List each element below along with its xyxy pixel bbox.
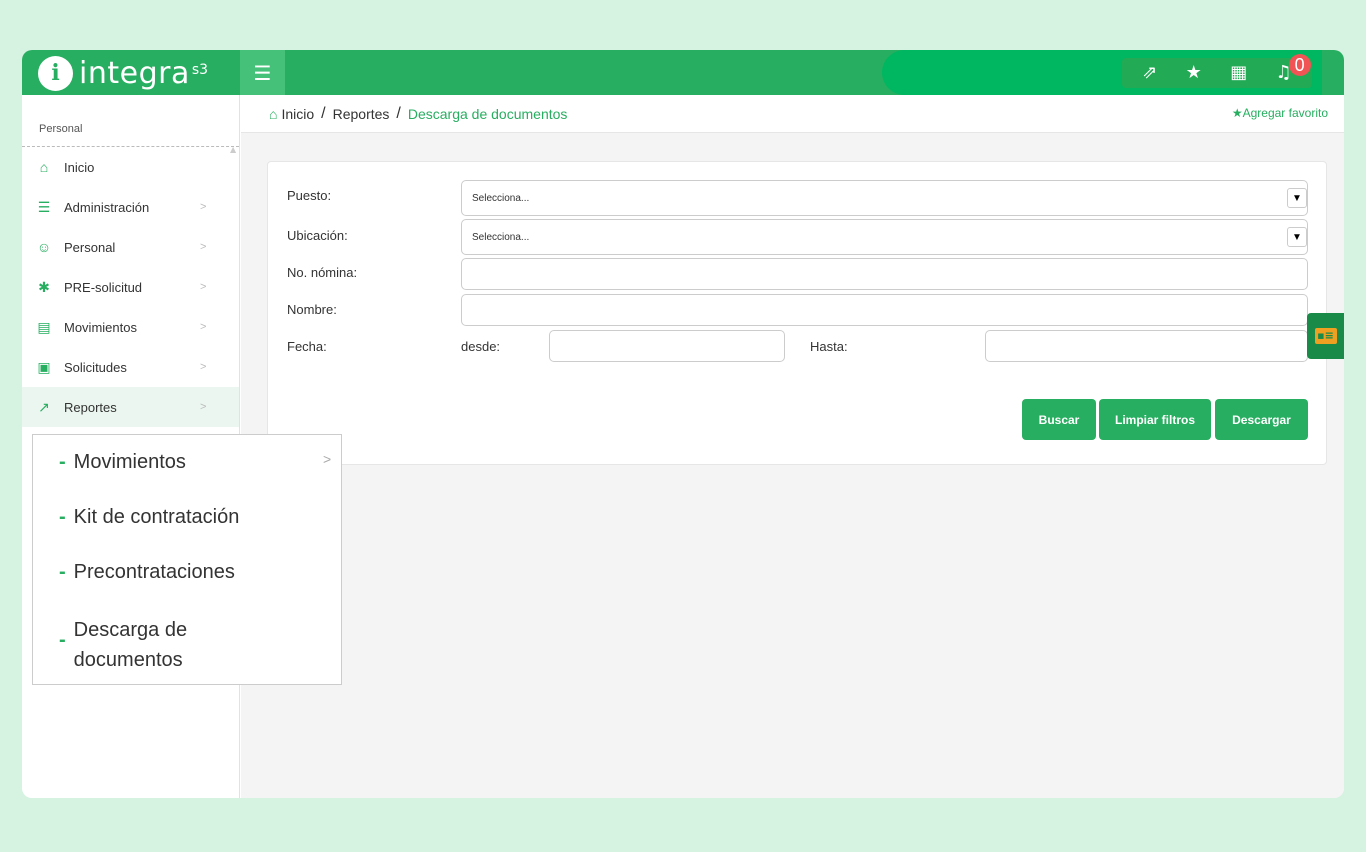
breadcrumb-reportes[interactable]: Reportes bbox=[333, 106, 390, 122]
submenu-item-label: Movimientos bbox=[73, 451, 186, 473]
person-board-icon: ☺ bbox=[36, 239, 52, 255]
limpiar-filtros-button[interactable]: Limpiar filtros bbox=[1099, 399, 1211, 440]
nombre-label: Nombre: bbox=[287, 302, 337, 317]
chevron-right-icon: > bbox=[200, 241, 207, 253]
fecha-label: Fecha: bbox=[287, 339, 327, 354]
star-icon[interactable]: ★ bbox=[1186, 64, 1202, 82]
puesto-value: Selecciona... bbox=[472, 192, 530, 204]
submenu-item-movimientos[interactable]: - Movimientos bbox=[59, 451, 186, 474]
person-star-icon: ✱ bbox=[38, 278, 50, 295]
home-icon[interactable]: ⌂ bbox=[269, 106, 277, 122]
sidebar-item-inicio[interactable]: ⌂ Inicio bbox=[22, 147, 239, 187]
submenu-item-label: Kit de contratación bbox=[73, 506, 240, 528]
sidebar-item-pre-solicitud[interactable]: ✱ PRE-solicitud > bbox=[22, 267, 239, 307]
ubicacion-label: Ubicación: bbox=[287, 228, 348, 243]
chevron-right-icon: > bbox=[200, 281, 207, 293]
chevron-right-icon: > bbox=[200, 321, 207, 333]
breadcrumb-separator: / bbox=[396, 104, 401, 122]
sidebar-item-label: Administración bbox=[64, 199, 150, 215]
descargar-button[interactable]: Descargar bbox=[1215, 399, 1308, 440]
home-icon: ⌂ bbox=[39, 159, 49, 175]
sidebar-item-label: Solicitudes bbox=[64, 359, 127, 375]
dash-icon: - bbox=[59, 629, 66, 651]
breadcrumb: ⌂ Inicio / Reportes / Descarga de docume… bbox=[241, 95, 1344, 133]
puesto-select[interactable]: Selecciona... ▼ bbox=[461, 180, 1308, 216]
hamburger-icon[interactable]: ☰ bbox=[240, 50, 285, 95]
puesto-label: Puesto: bbox=[287, 188, 332, 203]
sidebar-item-label: Movimientos bbox=[64, 319, 137, 335]
growth-icon[interactable]: ⇗ bbox=[1142, 64, 1157, 82]
chevron-down-icon[interactable]: ▼ bbox=[1287, 227, 1307, 247]
sidebar-item-label: PRE-solicitud bbox=[64, 279, 143, 295]
breadcrumb-home[interactable]: Inicio bbox=[281, 106, 314, 122]
contact-card-tab[interactable]: ▪≡ bbox=[1307, 313, 1344, 359]
ubicacion-select[interactable]: Selecciona... ▼ bbox=[461, 219, 1308, 255]
desde-date-input[interactable] bbox=[549, 330, 785, 362]
sidebar-item-movimientos[interactable]: ▤ Movimientos > bbox=[22, 307, 239, 347]
card-icon: ▤ bbox=[37, 318, 51, 335]
nomina-input[interactable] bbox=[461, 258, 1308, 290]
chevron-right-icon: > bbox=[200, 361, 207, 373]
buscar-button[interactable]: Buscar bbox=[1022, 399, 1096, 440]
logo-suffix: s3 bbox=[191, 62, 209, 78]
contact-card-icon: ▪≡ bbox=[1314, 328, 1337, 344]
nomina-label: No. nómina: bbox=[287, 265, 358, 280]
star-icon: ★ bbox=[1231, 106, 1243, 120]
breadcrumb-current: Descarga de documentos bbox=[407, 105, 568, 122]
chevron-right-icon: > bbox=[200, 201, 207, 213]
logo-text: integra bbox=[79, 55, 190, 91]
list-icon: ☰ bbox=[37, 198, 51, 215]
sidebar-item-administracion[interactable]: ☰ Administración > bbox=[22, 187, 239, 227]
sidebar-item-label: Inicio bbox=[64, 159, 95, 175]
submenu-item-precontrataciones[interactable]: - Precontrataciones bbox=[59, 561, 235, 584]
header-actions: ⇗ ★ ▦ ♫ 0 bbox=[1122, 54, 1312, 88]
notification-badge: 0 bbox=[1288, 54, 1311, 76]
nombre-input[interactable] bbox=[461, 294, 1308, 326]
desde-label: desde: bbox=[461, 339, 501, 354]
submenu-item-label-line1: Descarga de bbox=[73, 619, 188, 641]
sidebar-item-solicitudes[interactable]: ▣ Solicitudes > bbox=[22, 347, 239, 387]
submenu-item-label-line2: documentos bbox=[73, 649, 183, 671]
logo-mark: i bbox=[38, 55, 73, 91]
logo[interactable]: i integra s3 bbox=[38, 54, 208, 92]
sidebar-item-label: Personal bbox=[64, 239, 116, 255]
top-bar: i integra s3 ☰ ⇗ ★ ▦ ♫ 0 bbox=[22, 50, 1344, 95]
submenu-item-label: Descarga de documentos bbox=[74, 615, 187, 675]
sidebar-item-personal[interactable]: ☺ Personal > bbox=[22, 227, 239, 267]
submenu-item-label: Precontrataciones bbox=[73, 561, 235, 583]
sidebar-section-title: Personal bbox=[22, 95, 239, 147]
sidebar-item-reportes[interactable]: ↗ Reportes > bbox=[22, 387, 239, 427]
hasta-label: Hasta: bbox=[810, 339, 848, 354]
reportes-submenu: - Movimientos > - Kit de contratación - … bbox=[32, 434, 342, 685]
hasta-date-input[interactable] bbox=[985, 330, 1308, 362]
sidebar-item-label: Reportes bbox=[64, 399, 117, 415]
submenu-item-descarga-documentos[interactable]: - Descarga de documentos bbox=[59, 615, 187, 675]
submenu-item-kit-contratacion[interactable]: - Kit de contratación bbox=[59, 506, 239, 529]
add-favorite-label: Agregar favorito bbox=[1242, 106, 1328, 120]
chevron-right-icon: > bbox=[323, 451, 332, 467]
breadcrumb-separator: / bbox=[321, 104, 326, 122]
contact-icon: ▣ bbox=[37, 358, 51, 375]
apps-icon[interactable]: ▦ bbox=[1230, 64, 1247, 82]
bell-icon[interactable]: ♫ 0 bbox=[1276, 54, 1311, 82]
add-favorite-link[interactable]: ★Agregar favorito bbox=[1232, 106, 1328, 120]
chart-icon: ↗ bbox=[38, 398, 50, 415]
dash-icon: - bbox=[59, 451, 66, 473]
ubicacion-value: Selecciona... bbox=[472, 231, 530, 243]
chevron-right-icon: > bbox=[200, 401, 207, 413]
dash-icon: - bbox=[59, 561, 66, 583]
dash-icon: - bbox=[59, 506, 66, 528]
chevron-down-icon[interactable]: ▼ bbox=[1287, 188, 1307, 208]
